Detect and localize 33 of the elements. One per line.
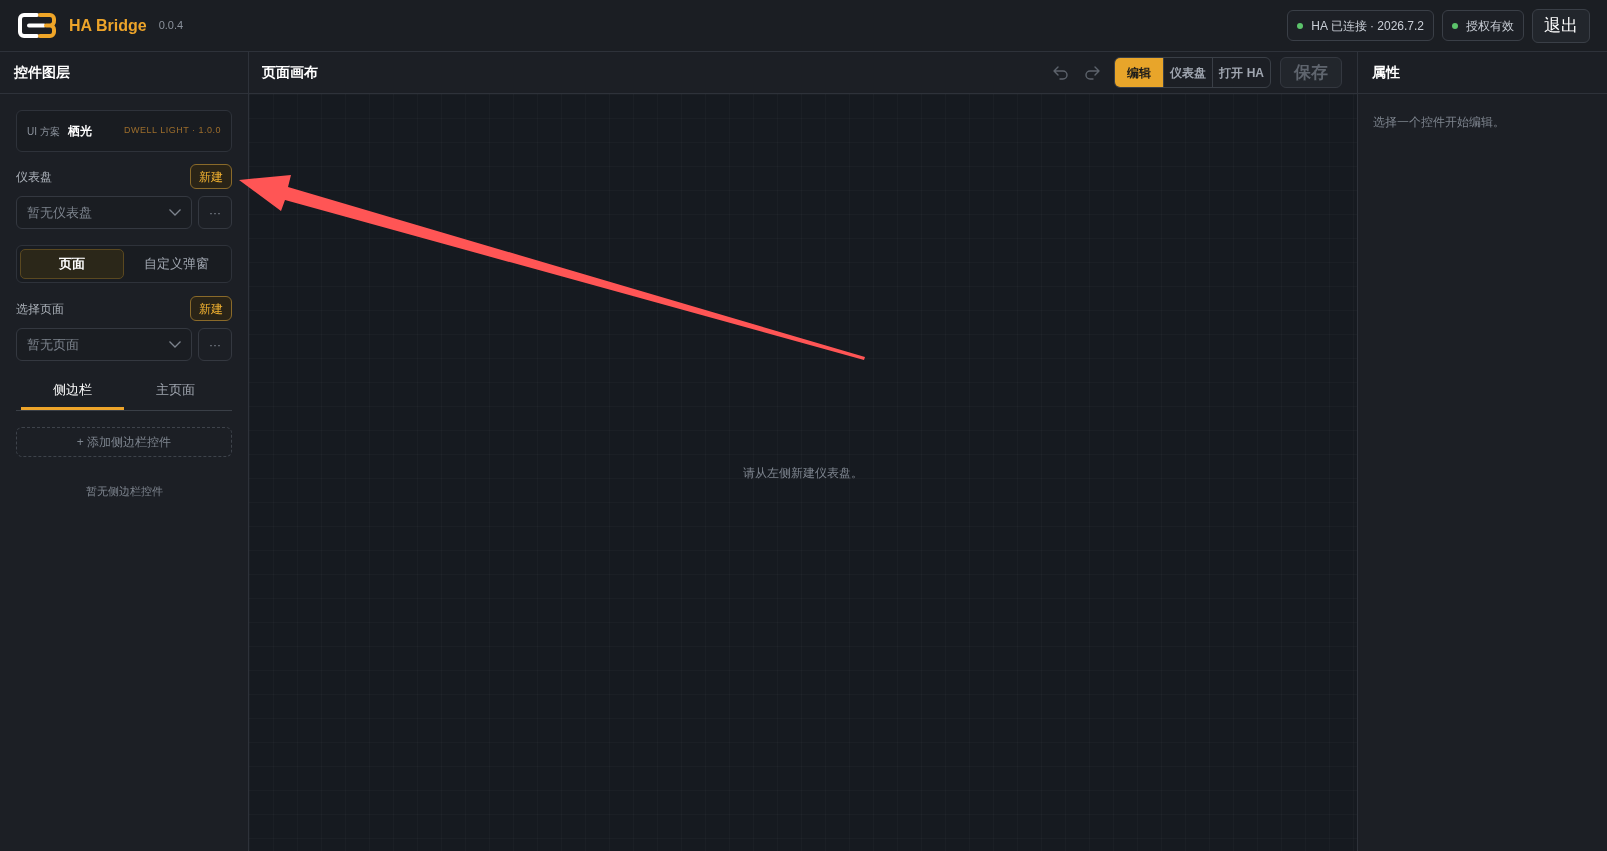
more-button[interactable]: ···: [198, 196, 232, 229]
status-text: HA 已连接 · 2026.7.2: [1311, 17, 1424, 35]
add-widget-button[interactable]: + 添加侧边栏控件: [16, 427, 232, 457]
area-tab[interactable]: 主页面: [124, 373, 227, 410]
view-tab[interactable]: 打开 HA: [1212, 58, 1270, 87]
new-button[interactable]: 新建: [190, 164, 232, 189]
panel-title: 页面画布: [262, 63, 318, 82]
scheme-label: UI 方案: [27, 124, 60, 139]
panel-title: 属性: [1372, 63, 1400, 82]
section-label: 仪表盘: [16, 168, 52, 186]
new-button[interactable]: 新建: [190, 296, 232, 321]
empty-state-text: 请从左侧新建仪表盘。: [743, 464, 863, 482]
version-label: 0.0.4: [158, 18, 184, 34]
mode-tab[interactable]: 页面: [20, 249, 124, 279]
select-field[interactable]: 暂无仪表盘: [16, 196, 192, 229]
logout-button[interactable]: 退出: [1532, 8, 1590, 43]
app-name: HA Bridge: [69, 15, 147, 36]
view-tab[interactable]: 编辑: [1115, 58, 1164, 87]
scheme-meta: DWELL LIGHT · 1.0.0: [123, 124, 221, 138]
chevron-down-icon: [169, 341, 181, 348]
chevron-down-icon: [169, 209, 181, 216]
select-field[interactable]: 暂无页面: [16, 328, 192, 361]
scheme-name: 栖光: [67, 123, 92, 140]
view-tab[interactable]: 仪表盘: [1163, 58, 1213, 87]
empty-state-text: 选择一个控件开始编辑。: [1373, 115, 1505, 129]
logo-icon: [17, 12, 57, 39]
status-text: 授权有效: [1466, 17, 1514, 35]
empty-state-text: 暂无侧边栏控件: [85, 484, 163, 499]
section-label: 选择页面: [16, 300, 64, 318]
panel-title: 控件图层: [14, 63, 70, 82]
mode-tab[interactable]: 自定义弹窗: [124, 249, 228, 279]
area-tab[interactable]: 侧边栏: [21, 373, 124, 410]
more-button[interactable]: ···: [198, 328, 232, 361]
